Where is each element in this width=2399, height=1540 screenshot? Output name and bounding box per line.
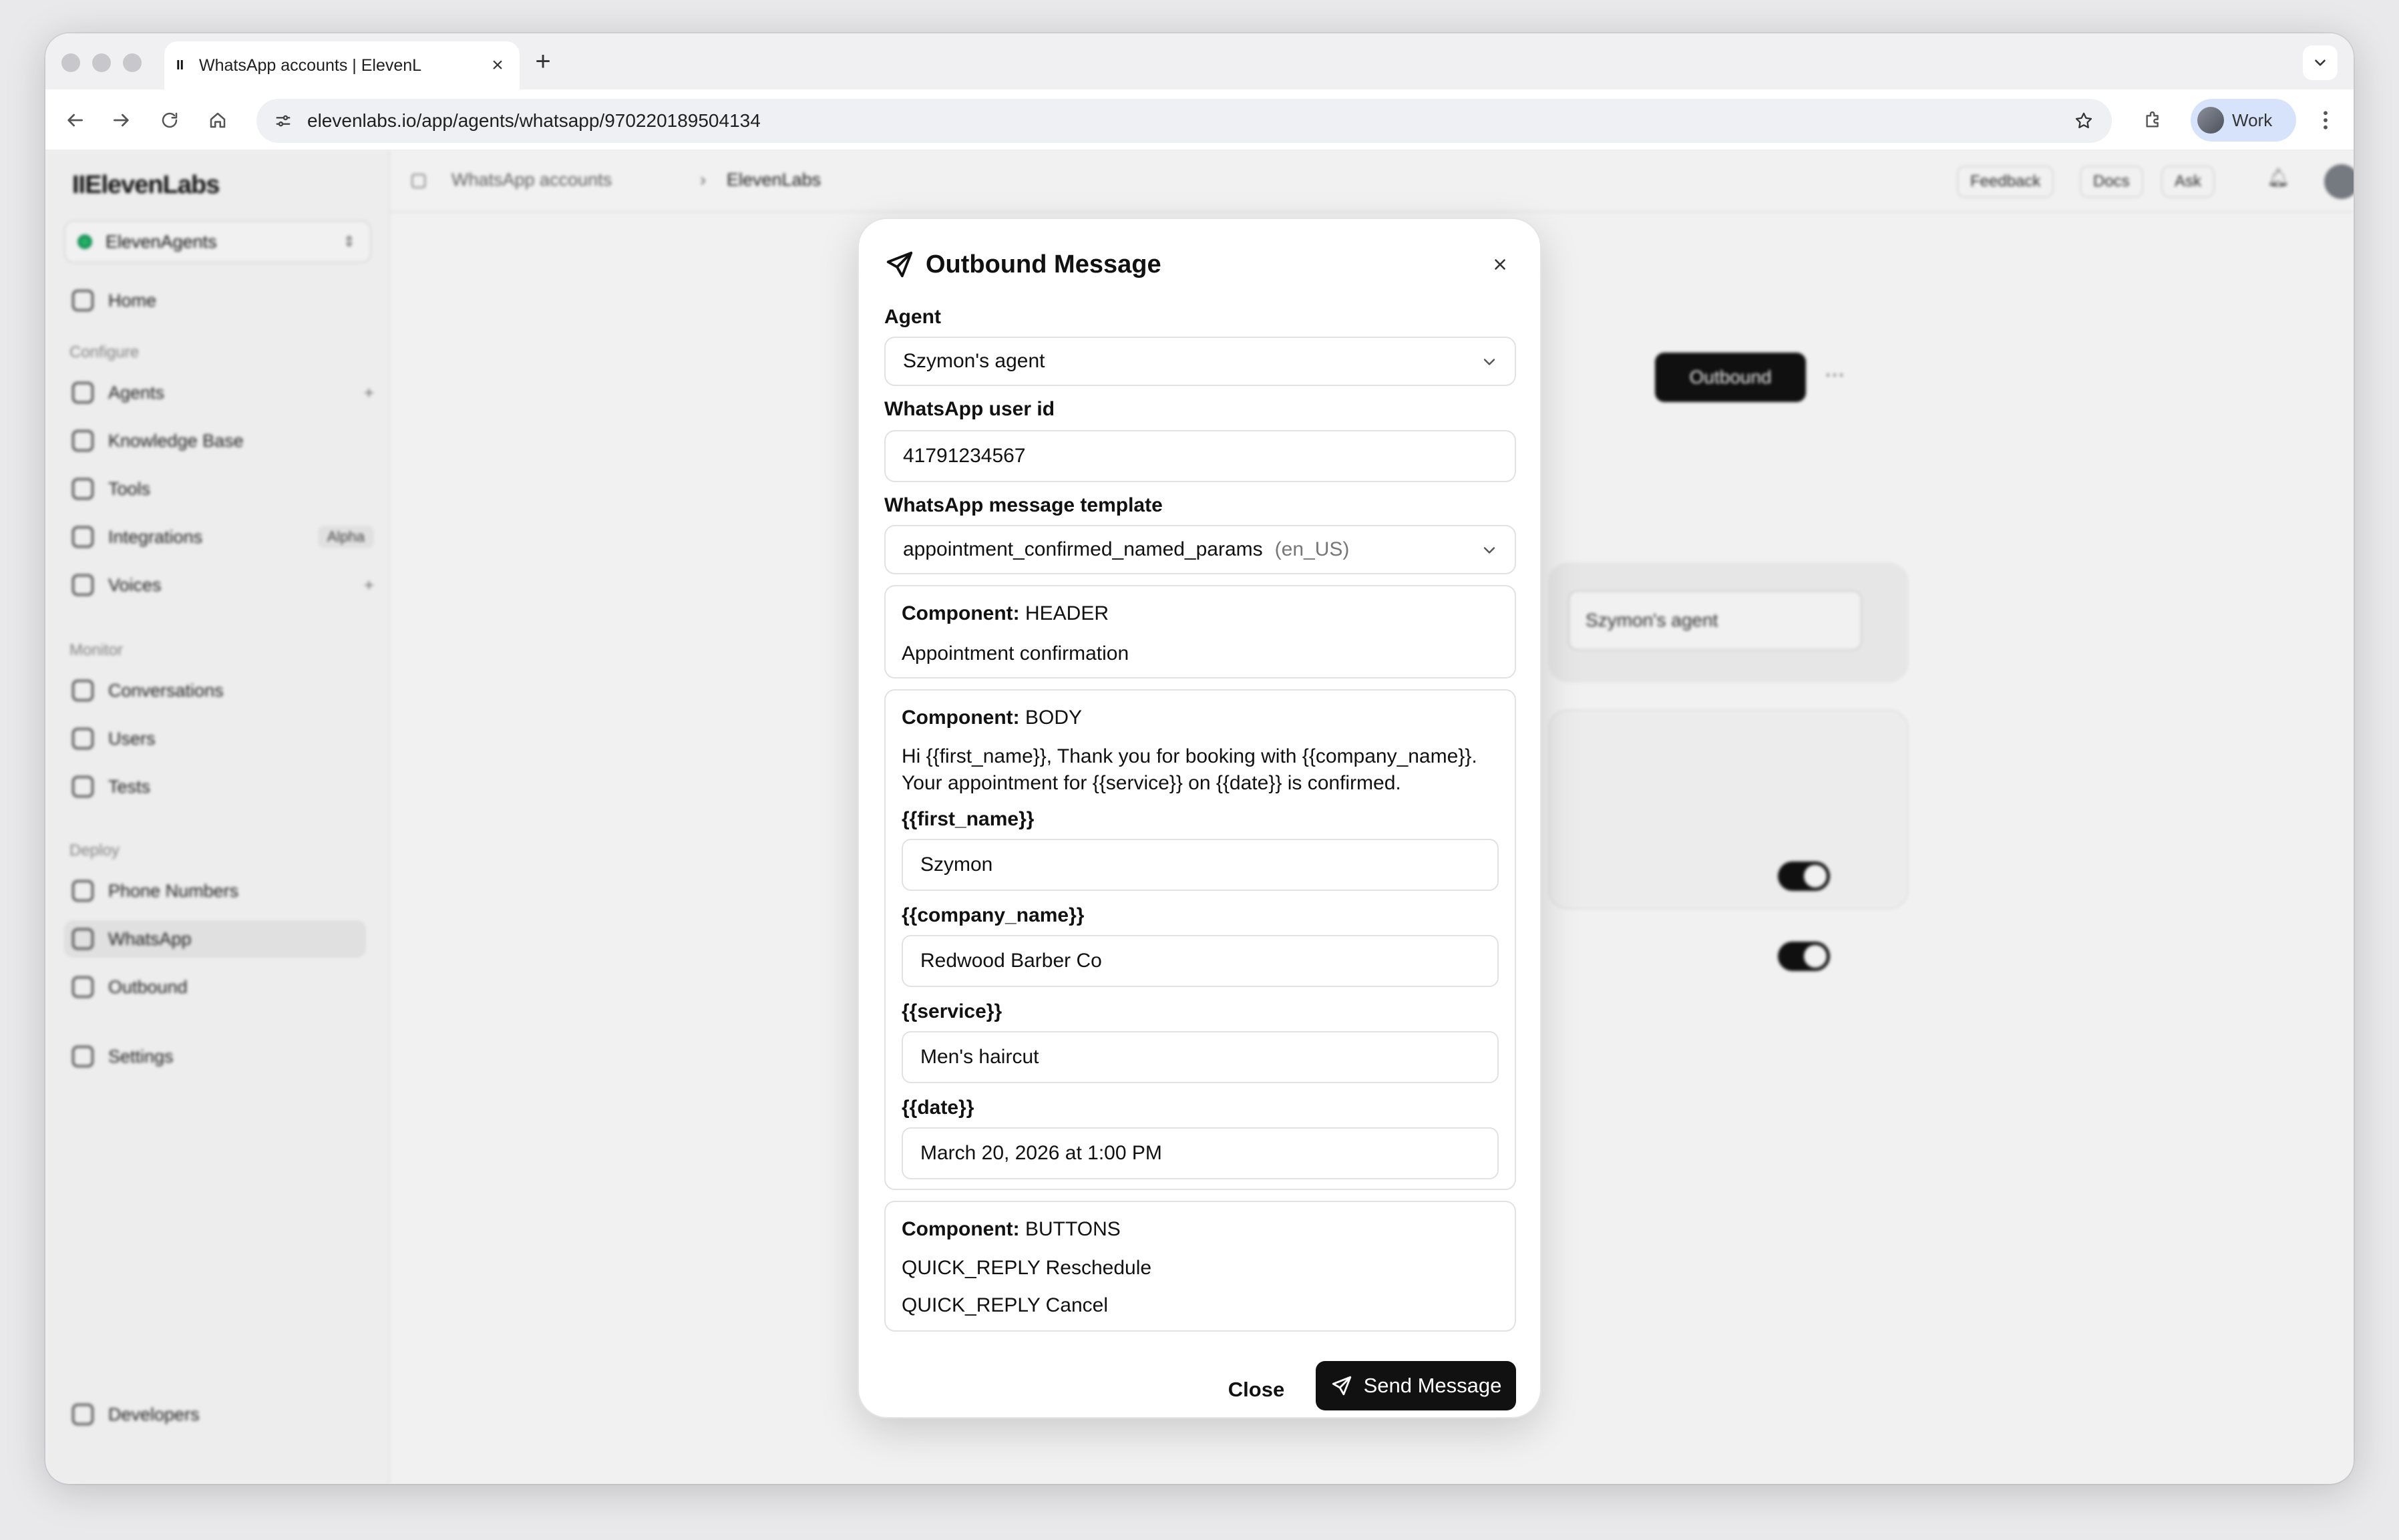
component-heading: Component: BODY xyxy=(902,707,1083,729)
window-minimize-dot[interactable] xyxy=(92,53,111,72)
browser-tab[interactable]: II WhatsApp accounts | ElevenL × xyxy=(164,41,520,89)
tab-title: WhatsApp accounts | ElevenL xyxy=(199,55,422,75)
profile-chip[interactable]: Work xyxy=(2191,99,2296,142)
browser-menu-icon[interactable] xyxy=(2311,106,2340,135)
header-component: Component: HEADER Appointment confirmati… xyxy=(884,585,1516,679)
extensions-icon[interactable] xyxy=(2139,106,2168,135)
body-text-line-2: Your appointment for {{service}} on {{da… xyxy=(902,772,1401,794)
send-icon xyxy=(1332,1376,1351,1396)
bookmark-star-icon[interactable] xyxy=(2069,106,2098,136)
browser-toolbar: elevenlabs.io/app/agents/whatsapp/970220… xyxy=(45,89,2354,151)
user-id-label: WhatsApp user id xyxy=(884,398,1055,420)
variable-label-first-name: {{first_name}} xyxy=(902,808,1035,830)
tab-search-button[interactable] xyxy=(2303,45,2338,80)
template-label: WhatsApp message template xyxy=(884,494,1163,516)
header-text: Appointment confirmation xyxy=(902,642,1129,664)
variable-input-service[interactable]: Men's haircut xyxy=(902,1031,1499,1083)
variable-input-first-name[interactable]: Szymon xyxy=(902,839,1499,891)
url-text: elevenlabs.io/app/agents/whatsapp/970220… xyxy=(307,110,761,131)
close-icon[interactable] xyxy=(1485,250,1515,279)
send-message-label: Send Message xyxy=(1363,1374,1502,1397)
tab-bar: II WhatsApp accounts | ElevenL × + xyxy=(45,33,2354,89)
template-select[interactable]: appointment_confirmed_named_params (en_U… xyxy=(884,525,1516,574)
component-heading: Component: BUTTONS xyxy=(902,1218,1121,1240)
dialog-header: Outbound Message xyxy=(884,244,1515,284)
variable-label-service: {{service}} xyxy=(902,1000,1002,1022)
component-heading: Component: HEADER xyxy=(902,602,1109,624)
send-icon xyxy=(886,251,913,278)
quick-reply-item: QUICK_REPLY Cancel xyxy=(902,1294,1109,1316)
template-locale: (en_US) xyxy=(1274,538,1350,560)
agent-select[interactable]: Szymon's agent xyxy=(884,337,1516,386)
variable-input-date[interactable]: March 20, 2026 at 1:00 PM xyxy=(902,1127,1499,1179)
new-tab-icon[interactable]: + xyxy=(526,47,560,77)
profile-label: Work xyxy=(2232,110,2273,130)
variable-input-company-name[interactable]: Redwood Barber Co xyxy=(902,935,1499,987)
variable-label-date: {{date}} xyxy=(902,1097,974,1119)
home-icon[interactable] xyxy=(203,106,232,135)
buttons-component: Component: BUTTONS QUICK_REPLY Reschedul… xyxy=(884,1201,1516,1332)
forward-icon[interactable] xyxy=(107,106,136,135)
quick-reply-item: QUICK_REPLY Reschedule xyxy=(902,1257,1152,1279)
outbound-message-dialog: Outbound Message Agent Szymon's agent Wh… xyxy=(858,218,1541,1418)
site-settings-icon[interactable] xyxy=(268,106,298,136)
agent-select-value: Szymon's agent xyxy=(903,350,1045,372)
dialog-title: Outbound Message xyxy=(926,250,1161,278)
window-close-dot[interactable] xyxy=(61,53,80,72)
body-text-line-1: Hi {{first_name}}, Thank you for booking… xyxy=(902,745,1477,767)
avatar xyxy=(2197,107,2224,134)
browser-window: II WhatsApp accounts | ElevenL × + eleve… xyxy=(45,33,2354,1484)
agent-label: Agent xyxy=(884,306,941,328)
close-button[interactable]: Close xyxy=(1220,1366,1293,1413)
chevron-down-icon xyxy=(1483,547,1495,554)
template-select-value: appointment_confirmed_named_params xyxy=(903,538,1263,560)
user-id-value: 41791234567 xyxy=(903,445,1026,467)
body-component: Component: BODY Hi {{first_name}}, Thank… xyxy=(884,689,1516,1190)
chevron-down-icon xyxy=(1483,359,1495,365)
favicon-icon: II xyxy=(176,57,184,73)
send-message-button[interactable]: Send Message xyxy=(1316,1361,1516,1410)
back-icon[interactable] xyxy=(60,106,89,135)
window-zoom-dot[interactable] xyxy=(123,53,142,72)
user-id-input[interactable]: 41791234567 xyxy=(884,430,1516,482)
chevron-down-icon xyxy=(2315,59,2326,66)
reload-icon[interactable] xyxy=(155,106,184,135)
variable-label-company-name: {{company_name}} xyxy=(902,904,1085,926)
address-bar[interactable]: elevenlabs.io/app/agents/whatsapp/970220… xyxy=(256,99,2112,143)
tab-close-icon[interactable]: × xyxy=(488,54,508,77)
